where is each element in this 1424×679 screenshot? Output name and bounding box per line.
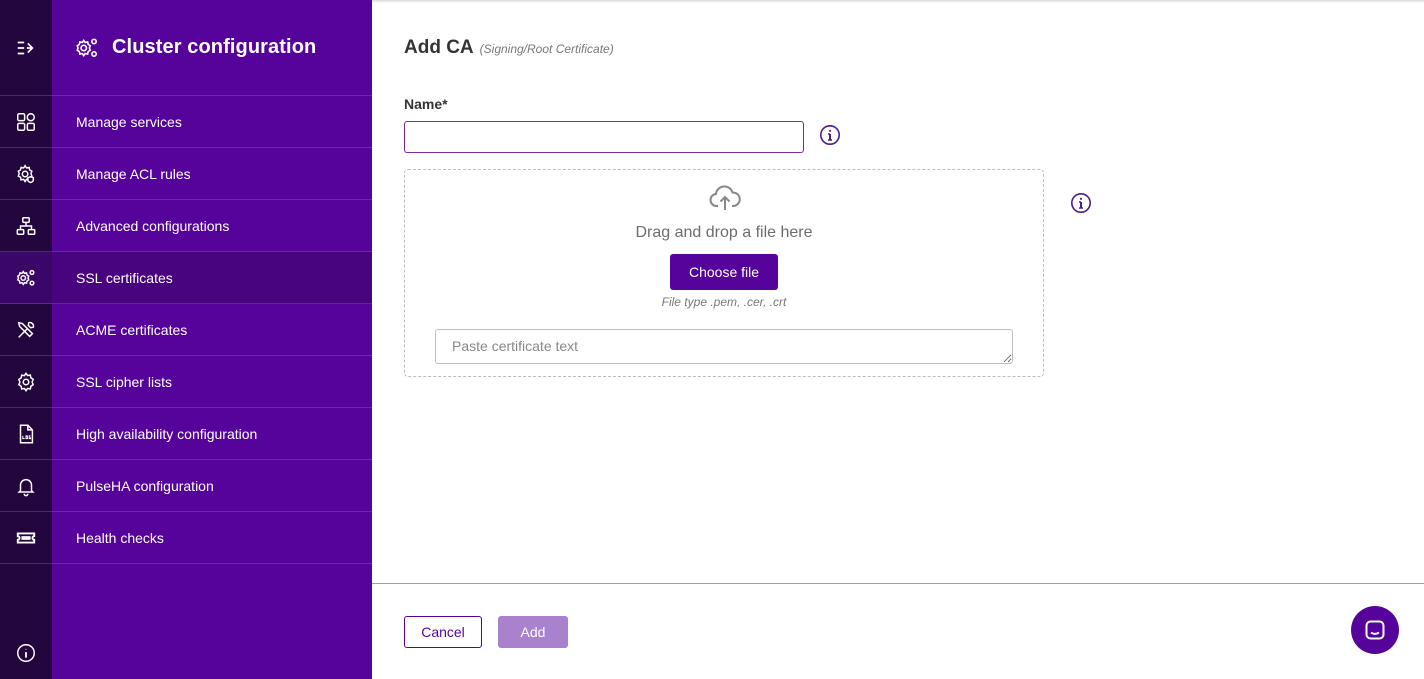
- rail-item-ssl-cipher-lists[interactable]: [0, 356, 52, 408]
- name-label: Name*: [404, 96, 448, 112]
- rail-item-pulseha[interactable]: [0, 460, 52, 512]
- sidebar-item-advanced-configurations[interactable]: Advanced configurations: [52, 200, 372, 252]
- icon-rail: [0, 0, 52, 679]
- drop-text: Drag and drop a file here: [635, 224, 813, 241]
- app-root: Cluster configuration Manage services Ma…: [0, 0, 1424, 679]
- tools-icon: [17, 321, 35, 338]
- expand-menu-icon: [17, 41, 34, 55]
- sidebar-item-ssl-cipher-lists[interactable]: SSL cipher lists: [52, 356, 372, 408]
- gear-shield-icon: [17, 164, 35, 184]
- expand-menu-button[interactable]: [0, 22, 52, 74]
- page-heading: Add CA (Signing/Root Certificate): [404, 37, 614, 59]
- sidebar-item-pulseha[interactable]: PulseHA configuration: [52, 460, 372, 512]
- sidebar-item-health-checks[interactable]: Health checks: [52, 512, 372, 564]
- cancel-button[interactable]: Cancel: [404, 616, 482, 648]
- file-dropzone[interactable]: Drag and drop a file here Choose file Fi…: [404, 169, 1044, 377]
- info-icon: [17, 644, 35, 662]
- rail-item-high-availability[interactable]: [0, 408, 52, 460]
- sidebar-item-manage-acl-rules[interactable]: Manage ACL rules: [52, 148, 372, 200]
- footer-divider: [372, 583, 1424, 584]
- name-input[interactable]: [404, 121, 804, 153]
- sidebar-panel: Cluster configuration Manage services Ma…: [52, 0, 372, 679]
- sidebar-title: Cluster configuration: [112, 36, 317, 58]
- sidebar-item-high-availability[interactable]: High availability configuration: [52, 408, 372, 460]
- page-subtitle: (Signing/Root Certificate): [479, 42, 614, 56]
- ticket-icon: [16, 532, 36, 544]
- rail-item-health-checks[interactable]: [0, 512, 52, 564]
- file-type-hint: File type .pem, .cer, .crt: [661, 295, 787, 309]
- rail-item-acme-certificates[interactable]: [0, 304, 52, 356]
- sidebar-item-ssl-certificates[interactable]: SSL certificates: [52, 252, 372, 304]
- info-icon: [1071, 193, 1091, 213]
- grid-icon: [17, 113, 35, 131]
- top-shadow: [372, 0, 1424, 3]
- rail-item-advanced-config[interactable]: [0, 200, 52, 252]
- sidebar-item-manage-services[interactable]: Manage services: [52, 96, 372, 148]
- sidebar-header: Cluster configuration: [52, 0, 372, 96]
- cluster-gears-icon: [76, 38, 98, 57]
- paste-certificate-textarea[interactable]: [435, 329, 1013, 364]
- file-info-button[interactable]: [1070, 192, 1092, 214]
- chat-launcher-button[interactable]: [1351, 606, 1399, 654]
- rail-item-acl-rules[interactable]: [0, 148, 52, 200]
- cloud-upload-icon: [709, 185, 741, 210]
- rail-item-manage-services[interactable]: [0, 96, 52, 148]
- rail-item-ssl-certificates[interactable]: [0, 252, 52, 304]
- name-info-button[interactable]: [819, 124, 841, 146]
- about-button[interactable]: [0, 627, 52, 679]
- network-icon: [16, 217, 36, 235]
- choose-file-button[interactable]: Choose file: [670, 254, 778, 290]
- info-icon: [820, 125, 840, 145]
- bell-icon: [17, 478, 35, 497]
- gear-icon: [17, 371, 35, 393]
- add-button[interactable]: Add: [498, 616, 568, 648]
- main-content: Add CA (Signing/Root Certificate) Name* …: [372, 0, 1424, 679]
- sidebar-item-acme-certificates[interactable]: ACME certificates: [52, 304, 372, 356]
- chat-icon: [1365, 620, 1385, 640]
- gears-icon: [16, 269, 35, 286]
- log-file-icon: [19, 424, 34, 444]
- page-title: Add CA: [404, 37, 474, 58]
